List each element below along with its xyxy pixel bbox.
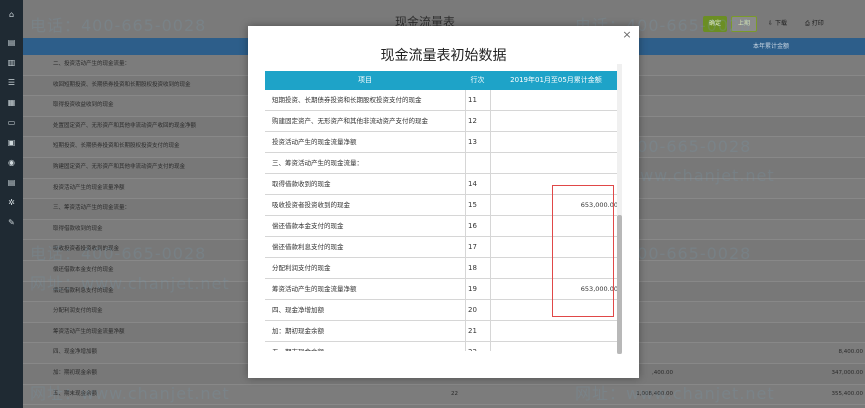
row-number: 12 — [468, 117, 477, 125]
tool-icon[interactable]: ✎ — [6, 218, 17, 227]
row-item-label: 收回短期投资、长期债券投资和长期股权投资收到的现金 — [53, 81, 191, 88]
row-item-label: 短期投资、长期债券投资和长期股权投资支付的现金 — [53, 143, 180, 150]
row-amount-input[interactable] — [532, 153, 618, 173]
row-number: 19 — [468, 285, 477, 293]
row-cumulative-value: 347,000.00 — [831, 369, 864, 376]
table-row: 投资活动产生的现金流量净额 13 — [265, 132, 618, 153]
row-item-label: 加：期初现金余额 — [53, 369, 98, 376]
row-item-label: 筹资活动产生的现金流量净额 — [53, 328, 125, 335]
row-number: 20 — [468, 306, 477, 314]
row-number: 11 — [468, 96, 477, 104]
table-row: 三、筹资活动产生的现金流量： — [265, 153, 618, 174]
row-number: 14 — [468, 180, 477, 188]
row-number: 16 — [468, 222, 477, 230]
row-item-label: 取得借款收到的现金 — [53, 225, 103, 232]
table-row: 五、期末现金余额22 — [265, 342, 618, 351]
row-amount-input[interactable] — [532, 342, 618, 351]
left-sidebar: ⌂ ▤ ▥ ☰ ▦ ▭ ▣ ◉ ▤ ✲ ✎ — [0, 0, 23, 408]
row-cumulative-value: 8,400.00 — [838, 349, 864, 356]
row-number: 22 — [468, 342, 477, 351]
row-item-label: 吸收投资者投资收到的现金 — [272, 201, 350, 209]
row-item-label: 三、筹资活动产生的现金流量： — [272, 159, 363, 167]
row-number: 13 — [468, 138, 477, 146]
column-item: 项目 — [358, 76, 372, 84]
column-amount: 2019年01月至05月累计金额 — [510, 76, 602, 84]
row-item-label: 五、期末现金余额 — [272, 342, 472, 351]
row-item-label: 五、期末现金余额 — [53, 390, 98, 397]
row-item-label: 四、现金净增加额 — [272, 306, 324, 314]
row-item-label: 偿还借款利息支付的现金 — [272, 243, 344, 251]
row-number: 17 — [468, 243, 477, 251]
row-item-label: 三、筹资活动产生的现金流量： — [53, 205, 131, 212]
confirm-button[interactable]: 确定 — [703, 16, 727, 32]
table-row: 五、期末现金余额 22 1,008,400.00 355,400.00 — [23, 384, 865, 406]
row-amount-input[interactable] — [532, 90, 618, 110]
row-item-label: 吸收投资者投资收到的现金 — [53, 246, 120, 253]
row-item-label: 分配利润支付的现金 — [53, 308, 103, 315]
column-row-number: 行次 — [470, 76, 485, 84]
document-icon[interactable]: ▤ — [6, 38, 17, 47]
row-amount-input[interactable] — [532, 321, 618, 341]
archive-icon[interactable]: ▤ — [6, 178, 17, 187]
row-item-label: 取得借款收到的现金 — [272, 180, 331, 188]
row-cumulative-value: 355,400.00 — [831, 390, 864, 397]
table-row: 短期投资、长期债券投资和长期股权投资支付的现金 11 — [265, 90, 618, 111]
dialog-title: 现金流量表初始数据 — [380, 48, 507, 64]
row-number: 15 — [468, 201, 477, 209]
chart-icon[interactable]: ▥ — [6, 58, 17, 67]
download-label: 下载 — [774, 20, 787, 27]
print-label: 打印 — [811, 20, 824, 27]
row-amount-input[interactable] — [532, 111, 618, 131]
highlight-box — [552, 185, 614, 317]
previous-period-button[interactable]: 上期 — [731, 16, 757, 32]
row-item-label: 加：期初现金余额 — [272, 327, 324, 335]
row-item-label: 购建固定资产、无形资产和其他非流动资产支付的现金 — [272, 117, 428, 125]
row-number: 18 — [468, 264, 477, 272]
home-icon[interactable]: ⌂ — [6, 10, 17, 19]
dialog-table-header: 项目 行次 2019年01月至05月累计金额 — [265, 71, 622, 90]
row-item-label: 处置固定资产、无形资产和其他非流动资产收回的现金净额 — [53, 122, 197, 129]
list-icon[interactable]: ☰ — [6, 78, 17, 87]
row-item-label: 二、投资活动产生的现金流量： — [53, 61, 131, 67]
settings-icon[interactable]: ✲ — [6, 198, 17, 207]
row-amount-input[interactable] — [532, 132, 618, 152]
row-item-label: 投资活动产生的现金流量净额 — [53, 184, 125, 191]
dialog-scrollbar-thumb[interactable] — [617, 215, 622, 354]
grid-icon[interactable]: ▦ — [6, 98, 17, 107]
download-icon: ⇩ — [768, 20, 774, 27]
print-icon: ⎙ — [805, 20, 810, 27]
close-icon[interactable]: × — [621, 29, 633, 41]
table-row: 加：期初现金余额 21 — [265, 321, 618, 342]
row-item-label: 购建固定资产、无形资产和其他非流动资产支付的现金 — [53, 163, 186, 170]
report-icon[interactable]: ▣ — [6, 138, 17, 147]
row-item-label: 投资活动产生的现金流量净额 — [272, 138, 357, 146]
row-value: 1,008,400.00 — [636, 390, 673, 397]
table-row: 购建固定资产、无形资产和其他非流动资产支付的现金 12 — [265, 111, 618, 132]
column-cumulative: 本年累计金额 — [753, 43, 790, 50]
row-item-label: 偿还借款本金支付的现金 — [53, 266, 114, 273]
row-item-label: 偿还借款利息支付的现金 — [53, 287, 114, 294]
folder-icon[interactable]: ▭ — [6, 118, 17, 127]
download-button[interactable]: ⇩ 下载 — [768, 16, 787, 32]
row-item-label: 短期投资、长期债券投资和长期股权投资支付的现金 — [272, 96, 422, 104]
user-icon[interactable]: ◉ — [6, 158, 17, 167]
row-number: 21 — [468, 327, 477, 335]
row-item-label: 偿还借款本金支付的现金 — [272, 222, 344, 230]
row-item-label: 筹资活动产生的现金流量净额 — [272, 285, 357, 293]
row-item-label: 取得投资收益收到的现金 — [53, 102, 114, 109]
row-item-label: 四、现金净增加额 — [53, 349, 98, 356]
print-button[interactable]: ⎙ 打印 — [805, 16, 824, 32]
row-number: 22 — [451, 390, 458, 397]
row-item-label: 分配利润支付的现金 — [272, 264, 331, 272]
